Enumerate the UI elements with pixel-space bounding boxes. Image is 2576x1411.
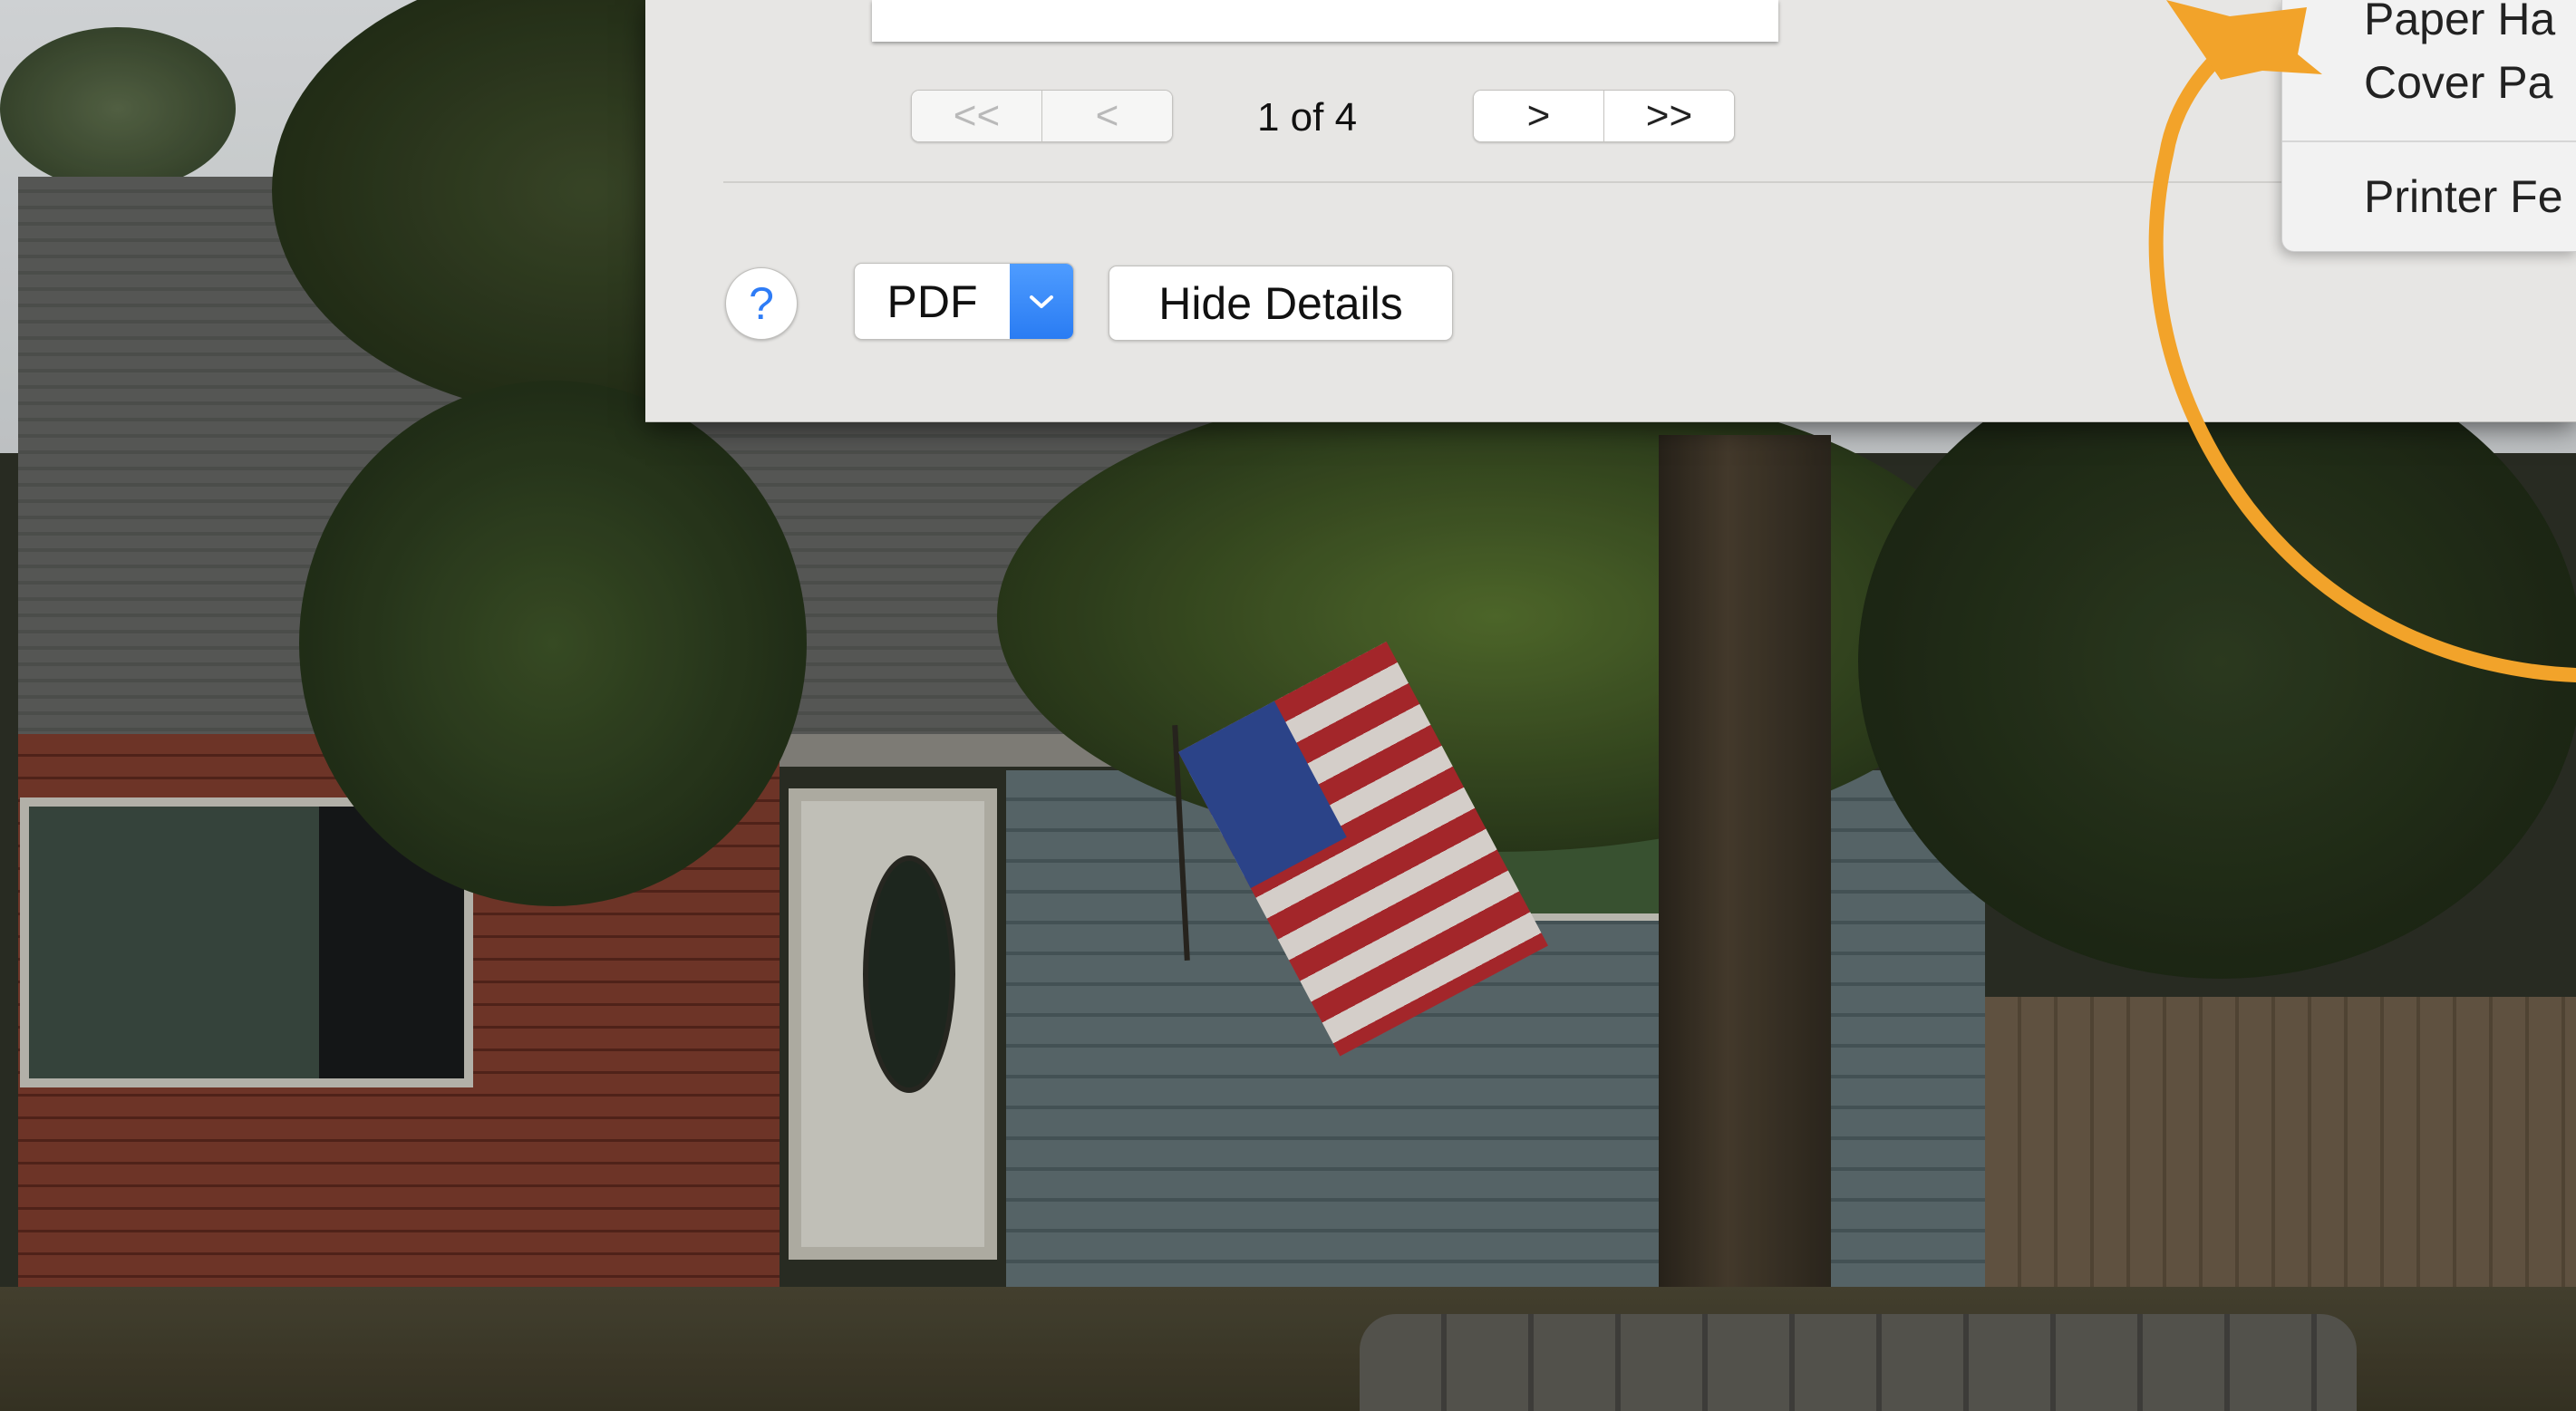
help-button[interactable]: ?: [725, 267, 798, 340]
double-chevron-left-icon: <<: [953, 93, 1001, 138]
annotation-arrow: [2148, 0, 2576, 682]
page-forward-navigation: > >>: [1473, 90, 1735, 142]
first-page-button[interactable]: <<: [912, 91, 1041, 141]
double-chevron-right-icon: >>: [1645, 93, 1693, 138]
last-page-button[interactable]: >>: [1603, 91, 1734, 141]
chevron-down-icon[interactable]: [1010, 264, 1073, 339]
hide-details-button[interactable]: Hide Details: [1109, 266, 1453, 341]
page-back-navigation: << <: [911, 90, 1173, 142]
question-mark-icon: ?: [749, 278, 774, 329]
chevron-right-icon: >: [1526, 93, 1551, 138]
chevron-left-icon: <: [1095, 93, 1119, 138]
pdf-menu-button[interactable]: PDF: [854, 263, 1074, 340]
page-preview: [872, 0, 1778, 42]
next-page-button[interactable]: >: [1474, 91, 1603, 141]
page-indicator: 1 of 4: [1256, 95, 1358, 140]
pdf-label: PDF: [886, 275, 978, 327]
previous-page-button[interactable]: <: [1041, 91, 1172, 141]
